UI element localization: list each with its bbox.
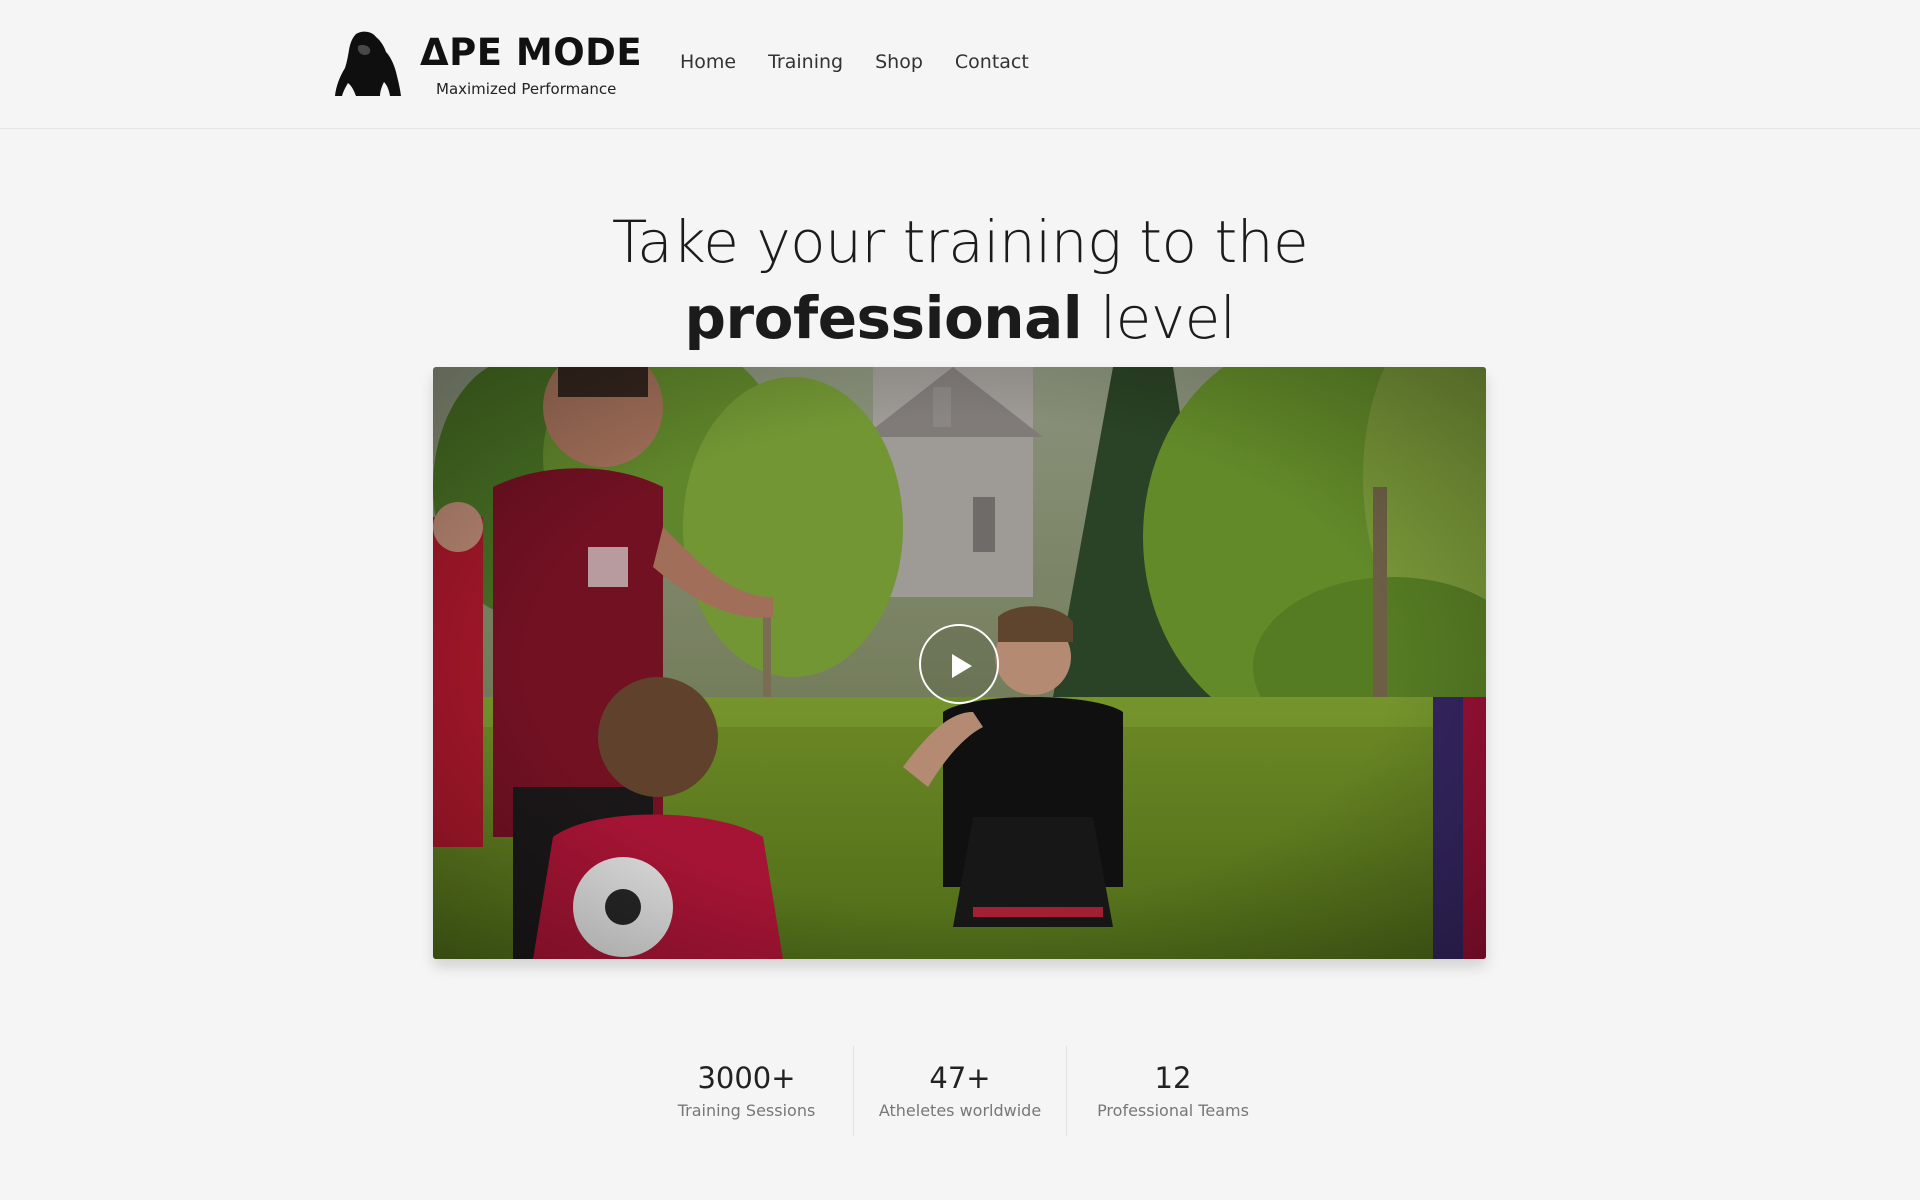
hero-title: Take your training to the professional l… bbox=[0, 204, 1920, 356]
stat-training-sessions: 3000+ Training Sessions bbox=[640, 1046, 853, 1136]
hero-title-strong: professional bbox=[684, 283, 1083, 352]
stats-bar: 3000+ Training Sessions 47+ Atheletes wo… bbox=[640, 1046, 1280, 1136]
nav-shop[interactable]: Shop bbox=[875, 50, 923, 74]
stat-label: Training Sessions bbox=[677, 1101, 816, 1120]
play-icon bbox=[952, 654, 972, 678]
hero-title-line2: professional level bbox=[0, 280, 1920, 356]
stat-athletes: 47+ Atheletes worldwide bbox=[853, 1046, 1066, 1136]
nav-contact[interactable]: Contact bbox=[955, 50, 1029, 74]
stat-label: Professional Teams bbox=[1097, 1101, 1249, 1120]
hero-title-line1: Take your training to the bbox=[611, 207, 1309, 276]
training-video[interactable] bbox=[433, 367, 1486, 959]
stat-value: 12 bbox=[1154, 1061, 1192, 1095]
stat-value: 3000+ bbox=[697, 1061, 796, 1095]
play-button[interactable] bbox=[919, 624, 999, 704]
nav-home[interactable]: Home bbox=[680, 50, 736, 74]
stat-value: 47+ bbox=[929, 1061, 991, 1095]
logo-link[interactable]: ΔPE MODE Maximized Performance bbox=[334, 28, 642, 100]
main-nav: Home Training Shop Contact bbox=[680, 50, 1061, 74]
brand-name: ΔPE MODE bbox=[420, 31, 643, 74]
brand-tagline: Maximized Performance bbox=[436, 80, 617, 98]
stat-label: Atheletes worldwide bbox=[878, 1101, 1042, 1120]
gorilla-icon bbox=[335, 31, 401, 97]
stat-teams: 12 Professional Teams bbox=[1066, 1046, 1279, 1136]
hero-title-rest: level bbox=[1082, 283, 1236, 352]
site-header: ΔPE MODE Maximized Performance Home Trai… bbox=[0, 0, 1920, 129]
nav-training[interactable]: Training bbox=[768, 50, 843, 74]
